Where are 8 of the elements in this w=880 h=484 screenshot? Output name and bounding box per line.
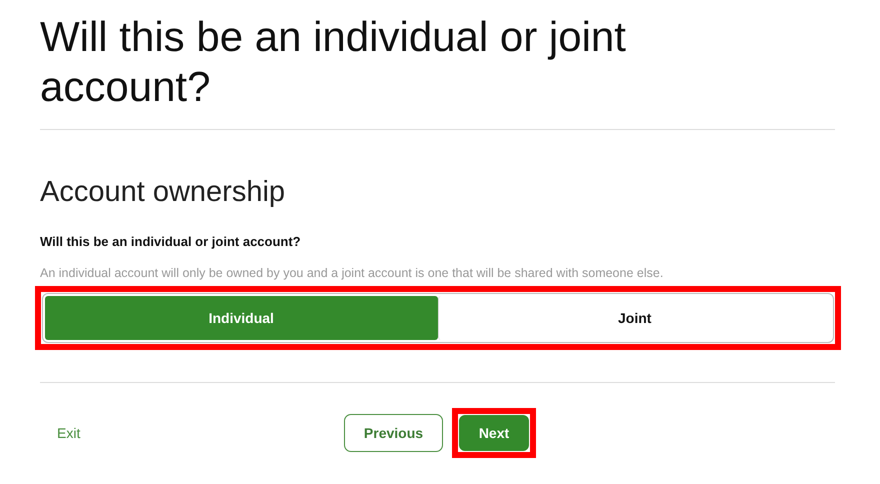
exit-link[interactable]: Exit — [57, 422, 107, 444]
hint-text: An individual account will only be owned by you and a joint account is one that will be shared with someone else. — [40, 264, 664, 282]
option-button[interactable]: Individual — [45, 296, 438, 340]
next-button[interactable]: Next — [459, 415, 529, 452]
question-label: Will this be an individual or joint account? — [40, 233, 302, 251]
page-title: Will this be an individual or joint account? — [40, 12, 627, 112]
section-heading: Account ownership — [40, 175, 286, 210]
previous-button[interactable]: Previous — [344, 414, 443, 452]
